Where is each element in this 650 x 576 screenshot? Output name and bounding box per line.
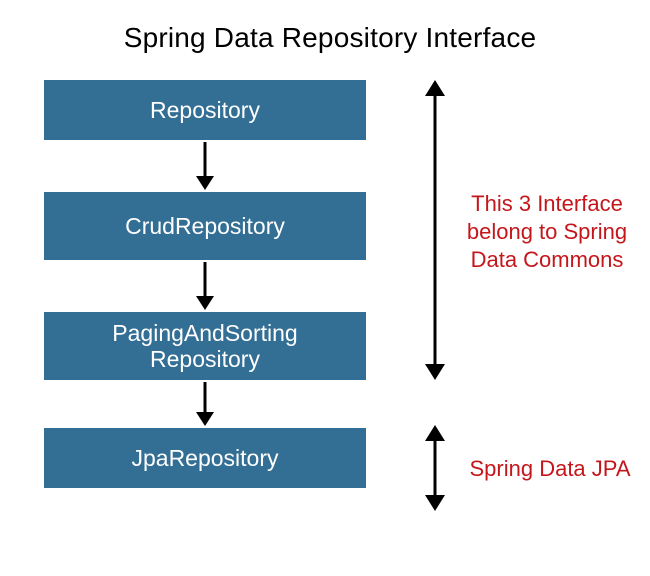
box-crud-repository-label: CrudRepository (125, 213, 285, 239)
bracket-commons (422, 80, 448, 380)
arrow-down-icon (193, 140, 217, 192)
arrow-2 (44, 260, 366, 312)
box-paging-sorting-repository: PagingAndSortingRepository (44, 312, 366, 380)
bracket-jpa (422, 425, 448, 511)
double-arrow-icon (422, 425, 448, 511)
box-jpa-repository: JpaRepository (44, 428, 366, 488)
annotation-commons-line3: Data Commons (471, 247, 624, 272)
arrow-down-icon (193, 260, 217, 312)
annotation-commons-line2: belong to Spring (467, 219, 627, 244)
arrow-1 (44, 140, 366, 192)
hierarchy-column: Repository CrudRepository PagingAndSorti… (44, 80, 366, 488)
annotation-commons: This 3 Interface belong to Spring Data C… (457, 190, 637, 274)
box-repository: Repository (44, 80, 366, 140)
box-crud-repository: CrudRepository (44, 192, 366, 260)
box-jpa-repository-label: JpaRepository (131, 445, 278, 471)
arrow-down-icon (193, 380, 217, 428)
double-arrow-icon (422, 80, 448, 380)
annotation-jpa-text: Spring Data JPA (469, 456, 630, 481)
annotation-jpa: Spring Data JPA (460, 455, 640, 483)
arrow-3 (44, 380, 366, 428)
diagram-title: Spring Data Repository Interface (0, 22, 650, 54)
annotation-commons-line1: This 3 Interface (471, 191, 623, 216)
box-paging-sorting-repository-label: PagingAndSortingRepository (112, 320, 297, 373)
box-repository-label: Repository (150, 97, 260, 123)
